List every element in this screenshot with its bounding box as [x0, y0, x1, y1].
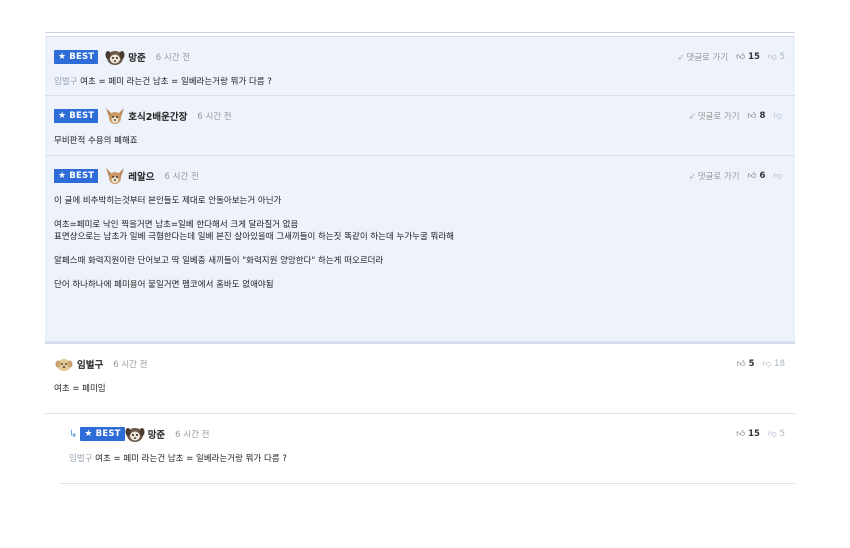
downvote-button[interactable]: 👎︎ 18: [763, 359, 785, 369]
reply-arrow-icon: ↳: [69, 428, 78, 440]
thumbs-down-icon: 👎︎: [767, 52, 777, 62]
comment-paragraph: 표면상으로는 남초가 일베 극혐한다는데 일베 본진 살아있을때 그새끼들이 하…: [54, 232, 454, 242]
best-badge: ★ BEST: [54, 169, 99, 183]
go-to-comment-link[interactable]: ➶ 댓글로 가기: [689, 170, 740, 182]
comment-time: 6 시간 전: [197, 112, 232, 122]
puppy-avatar-icon[interactable]: [54, 355, 74, 373]
comment-paragraph: 여초=페미로 낙인 찍을거면 남초=일베 한다해서 크게 달라질거 없음: [54, 220, 299, 230]
mention[interactable]: 임벌구: [54, 77, 77, 87]
upvote-button[interactable]: 👍︎ 15: [736, 52, 760, 62]
go-to-comment-link[interactable]: ➶ 댓글로 가기: [689, 110, 740, 122]
dog-avatar-icon[interactable]: [105, 48, 125, 66]
downvote-button[interactable]: 👎︎ 5: [768, 52, 785, 62]
best-comment: ★ BEST 망준 6 시간 전 ➶ 댓글로 가기 👍︎ 15 👎︎ 5 임벌구 여초 …: [45, 36, 795, 96]
chihuahua-avatar-icon[interactable]: [105, 167, 125, 185]
comment-body: 임벌구 여초 = 페미 라는건 남초 = 일베라는거랑 뭐가 다름 ?: [54, 77, 272, 87]
thumbs-down-icon: 👎︎: [773, 111, 782, 121]
star-icon: ★: [58, 52, 67, 62]
upvote-button[interactable]: 👍︎ 5: [737, 359, 755, 369]
send-arrow-icon: ➶: [677, 53, 685, 63]
downvote-button[interactable]: 👎︎: [773, 111, 785, 121]
star-icon: ★: [58, 111, 67, 121]
author-nickname[interactable]: 망준: [128, 50, 145, 64]
star-icon: ★: [58, 171, 67, 181]
author-nickname[interactable]: 호식2배운간장: [128, 109, 187, 123]
go-to-comment-link[interactable]: ➶ 댓글로 가기: [677, 51, 728, 63]
mention[interactable]: 임벌구: [69, 454, 92, 464]
comment-body: 임벌구 여초 = 페미 라는건 남초 = 일베라는거랑 뭐가 다름 ?: [69, 454, 287, 464]
thumbs-down-icon: 👎︎: [767, 429, 777, 439]
comment-paragraph: 이 글에 비추박히는것부터 본인들도 제대로 안돌아보는거 아닌가: [54, 196, 282, 206]
comment-paragraph: 알페스때 화력지원이란 단어보고 딱 일베충 새끼들이 "화력지원 양망한다" …: [54, 256, 384, 266]
comment-body: 이 글에 비추박히는것부터 본인들도 제대로 안돌아보는거 아닌가 여초=페미로…: [54, 195, 785, 291]
downvote-button[interactable]: 👎︎ 5: [768, 429, 785, 439]
thumbs-down-icon: 👎︎: [762, 359, 772, 369]
comment: 임벌구 6 시간 전 👍︎ 5 👎︎ 18 여초 = 페미임: [45, 344, 795, 414]
comment-paragraph: 단어 하나하나에 페미용어 붙일거면 펨코에서 홈바도 없애야됨: [54, 280, 274, 290]
upvote-button[interactable]: 👍︎ 15: [736, 429, 760, 439]
upvote-button[interactable]: 👍︎ 8: [748, 111, 766, 121]
reply-comment: ↳ ★ BEST 망준 6 시간 전 👍︎ 15 👎︎ 5 임벌구 여초 = 페미 라…: [60, 414, 795, 484]
comment-list: ★ BEST 망준 6 시간 전 ➶ 댓글로 가기 👍︎ 15 👎︎ 5 임벌구 여초 …: [45, 32, 795, 484]
best-badge: ★ BEST: [54, 50, 99, 64]
thumbs-up-icon: 👍︎: [747, 171, 757, 181]
thumbs-up-icon: 👍︎: [736, 359, 746, 369]
downvote-button[interactable]: 👎︎: [773, 171, 785, 181]
best-comment: ★ BEST 레알으 6 시간 전 ➶ 댓글로 가기 👍︎ 6 👎︎ 이 글에 비추박…: [45, 156, 795, 342]
send-arrow-icon: ➶: [688, 112, 696, 122]
author-nickname[interactable]: 레알으: [128, 169, 154, 183]
chihuahua-avatar-icon[interactable]: [105, 107, 125, 125]
upvote-button[interactable]: 👍︎ 6: [748, 171, 766, 181]
best-badge: ★ BEST: [80, 427, 125, 441]
thumbs-up-icon: 👍︎: [736, 52, 746, 62]
author-nickname[interactable]: 임벌구: [77, 357, 103, 371]
dog-avatar-icon[interactable]: [125, 425, 145, 443]
send-arrow-icon: ➶: [688, 172, 696, 182]
comment-time: 6 시간 전: [175, 430, 210, 440]
comment-time: 6 시간 전: [164, 172, 199, 182]
comment-body: 여초 = 페미임: [54, 384, 106, 394]
best-comment: ★ BEST 호식2배운간장 6 시간 전 ➶ 댓글로 가기 👍︎ 8 👎︎ 무비판적…: [45, 96, 795, 156]
comment-time: 6 시간 전: [113, 360, 148, 370]
thumbs-up-icon: 👍︎: [736, 429, 746, 439]
comment-time: 6 시간 전: [155, 53, 191, 63]
thumbs-down-icon: 👎︎: [773, 171, 782, 181]
star-icon: ★: [84, 429, 93, 439]
author-nickname[interactable]: 망준: [148, 427, 165, 441]
best-badge: ★ BEST: [54, 109, 99, 123]
thumbs-up-icon: 👍︎: [747, 111, 757, 121]
comment-body: 무비판적 수용의 폐해죠: [54, 136, 138, 146]
